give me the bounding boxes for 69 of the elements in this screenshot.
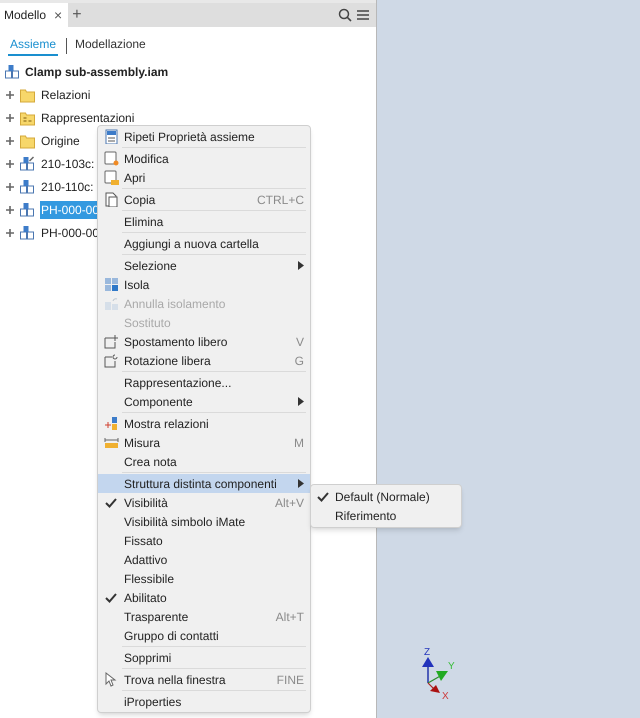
menu-item[interactable]: Misura M [98, 433, 310, 452]
menu-item[interactable]: Selezione [98, 256, 310, 275]
menu-item[interactable]: Crea nota [98, 452, 310, 471]
menu-item[interactable]: Ripeti Proprietà assieme [98, 127, 310, 146]
tree-item[interactable]: Rappresentazioni [40, 108, 136, 126]
copy-icon [104, 192, 118, 207]
edit-icon [104, 151, 118, 166]
menu-item[interactable]: Copia CTRL+C [98, 190, 310, 209]
menu-item[interactable]: Trasparente Alt+T [98, 607, 310, 626]
view-tab[interactable]: Modellazione [75, 35, 146, 56]
tree-item[interactable]: Origine [40, 132, 81, 150]
assembly-icon [19, 156, 36, 172]
menu-item[interactable]: Componente [98, 392, 310, 411]
expand-icon[interactable] [5, 204, 15, 214]
menu-item[interactable]: Flessibile [98, 569, 310, 588]
menu-item[interactable]: Gruppo di contatti [98, 626, 310, 645]
expand-icon[interactable] [5, 90, 15, 100]
menu-item[interactable]: Rotazione libera G [98, 351, 310, 370]
menu-item[interactable]: Fissato [98, 531, 310, 550]
menu-item[interactable]: Visibilità Alt+V [98, 493, 310, 512]
isolate-icon [104, 277, 118, 292]
menu-item[interactable]: Visibilità simbolo iMate [98, 512, 310, 531]
tree-item[interactable]: Relazioni [40, 86, 92, 104]
pointer-icon [104, 672, 118, 687]
menu-item[interactable]: Adattivo [98, 550, 310, 569]
assembly-icon [19, 202, 36, 218]
ruler-icon [104, 435, 118, 450]
expand-icon[interactable] [5, 228, 15, 238]
add-tab-button[interactable]: + [72, 3, 82, 27]
relations-icon [104, 416, 118, 431]
menu-icon[interactable] [356, 9, 370, 21]
panel-tab[interactable]: Modello [4, 6, 46, 24]
menu-item[interactable]: Struttura distinta componenti [98, 474, 310, 493]
search-icon[interactable] [338, 8, 352, 22]
rotate-icon [104, 353, 118, 368]
move-icon [104, 334, 118, 349]
menu-item[interactable]: Modifica [98, 149, 310, 168]
expand-icon[interactable] [5, 136, 15, 146]
folder-icon [19, 132, 36, 148]
assembly-icon [4, 64, 21, 80]
undo-isolate-icon [104, 296, 118, 311]
assembly-icon [19, 178, 36, 194]
menu-item[interactable]: Isola [98, 275, 310, 294]
axis-triad-drawing: Z Y X [416, 645, 456, 700]
menu-item[interactable]: Trova nella finestra FINE [98, 670, 310, 689]
tree-root-label[interactable]: Clamp sub-assembly.iam [25, 63, 168, 81]
menu-item[interactable]: Rappresentazione... [98, 373, 310, 392]
assembly-icon [19, 224, 36, 240]
tree-item[interactable]: 210-103c: [40, 154, 96, 172]
view-tab[interactable]: Assieme [8, 35, 58, 56]
menu-item[interactable]: Sopprimi [98, 648, 310, 667]
expand-icon[interactable] [5, 182, 15, 192]
close-icon[interactable]: × [54, 4, 62, 26]
menu-item[interactable]: Abilitato [98, 588, 310, 607]
folder-icon [19, 110, 36, 126]
open-icon [104, 170, 118, 185]
menu-item[interactable]: Elimina [98, 212, 310, 231]
menu-item[interactable]: Spostamento libero V [98, 332, 310, 351]
expand-icon[interactable] [5, 112, 15, 122]
tree-item[interactable]: 210-110c: [40, 178, 94, 196]
menu-item[interactable]: Apri [98, 168, 310, 187]
expand-icon[interactable] [5, 158, 15, 168]
menu-item[interactable]: Default (Normale) [311, 487, 461, 506]
folder-icon [19, 86, 36, 102]
properties-icon [104, 129, 118, 144]
menu-item[interactable]: iProperties [98, 692, 310, 711]
menu-item[interactable]: Riferimento [311, 506, 461, 525]
menu-item[interactable]: Mostra relazioni [98, 414, 310, 433]
menu-item[interactable]: Aggiungi a nuova cartella [98, 234, 310, 253]
